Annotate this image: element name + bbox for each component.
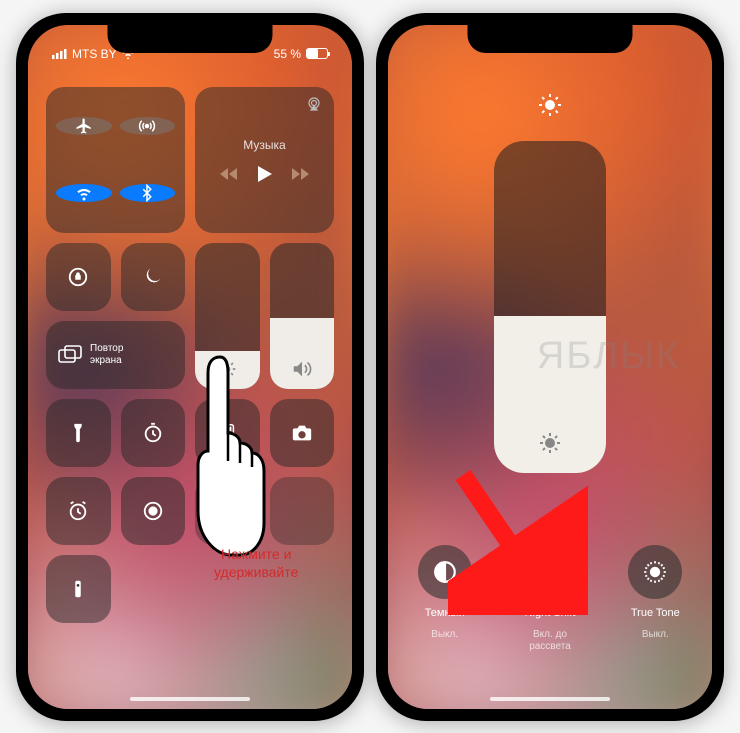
wifi-toggle[interactable] — [56, 184, 112, 202]
home-indicator[interactable] — [130, 697, 250, 701]
speaker-icon — [291, 359, 313, 379]
brightness-expanded-view: Темный Выкл. Night Shift Вкл. до рассвет… — [388, 25, 712, 709]
night-shift-sub: Вкл. до рассвета — [529, 629, 571, 653]
true-tone-button[interactable]: True Tone Выкл. — [619, 545, 692, 653]
brightness-slider[interactable] — [195, 243, 260, 389]
control-center-grid: Музыка — [28, 69, 352, 641]
dark-mode-icon — [432, 559, 458, 585]
remote-button[interactable] — [46, 555, 111, 623]
next-track-button[interactable] — [292, 167, 310, 181]
volume-slider[interactable] — [270, 243, 335, 389]
home-indicator[interactable] — [490, 697, 610, 701]
display-modes-row: Темный Выкл. Night Shift Вкл. до рассвет… — [388, 545, 712, 653]
rotation-lock-button[interactable] — [46, 243, 111, 311]
alarm-button[interactable] — [46, 477, 111, 545]
true-tone-title: True Tone — [631, 607, 680, 621]
calculator-button[interactable] — [195, 399, 260, 467]
camera-button[interactable] — [270, 399, 335, 467]
screen-mirror-button[interactable]: Повтор экрана — [46, 321, 185, 389]
battery-icon — [306, 48, 328, 59]
dark-mode-button[interactable]: Темный Выкл. — [408, 545, 481, 653]
music-label: Музыка — [243, 138, 285, 152]
dnd-button[interactable] — [121, 243, 186, 311]
mirror-icon — [58, 345, 82, 365]
cellular-toggle[interactable] — [120, 117, 176, 135]
mirror-label: Повтор экрана — [90, 343, 123, 367]
phone-left: MTS BY 55 % — [16, 13, 364, 721]
timer-button[interactable] — [121, 399, 186, 467]
screen-brightness-expanded: Темный Выкл. Night Shift Вкл. до рассвет… — [388, 25, 712, 709]
sun-icon — [217, 359, 237, 379]
true-tone-sub: Выкл. — [642, 629, 669, 641]
screen-control-center: MTS BY 55 % — [28, 25, 352, 709]
sun-icon — [538, 431, 562, 455]
airplane-toggle[interactable] — [56, 117, 112, 135]
night-shift-icon — [537, 559, 563, 585]
airplay-icon[interactable] — [306, 97, 322, 111]
notch — [468, 25, 633, 53]
battery-pct: 55 % — [274, 47, 301, 61]
annotation-text: Нажмите и удерживайте — [214, 545, 298, 581]
prev-track-button[interactable] — [220, 167, 238, 181]
connectivity-group[interactable] — [46, 87, 185, 233]
music-tile[interactable]: Музыка — [195, 87, 334, 233]
bluetooth-toggle[interactable] — [120, 184, 176, 202]
notch — [108, 25, 273, 53]
true-tone-icon — [642, 559, 668, 585]
play-button[interactable] — [258, 166, 272, 182]
sun-icon — [538, 93, 562, 117]
flashlight-button[interactable] — [46, 399, 111, 467]
phone-right: Темный Выкл. Night Shift Вкл. до рассвет… — [376, 13, 724, 721]
carrier-label: MTS BY — [72, 47, 117, 61]
signal-icon — [52, 48, 68, 59]
dark-mode-title: Темный — [425, 607, 465, 621]
blank-tile-1 — [195, 477, 260, 545]
screen-record-button[interactable] — [121, 477, 186, 545]
blank-tile-2 — [270, 477, 335, 545]
brightness-slider-large[interactable] — [494, 141, 606, 473]
night-shift-title: Night Shift — [525, 607, 576, 621]
night-shift-button[interactable]: Night Shift Вкл. до рассвета — [513, 545, 586, 653]
dark-mode-sub: Выкл. — [431, 629, 458, 641]
